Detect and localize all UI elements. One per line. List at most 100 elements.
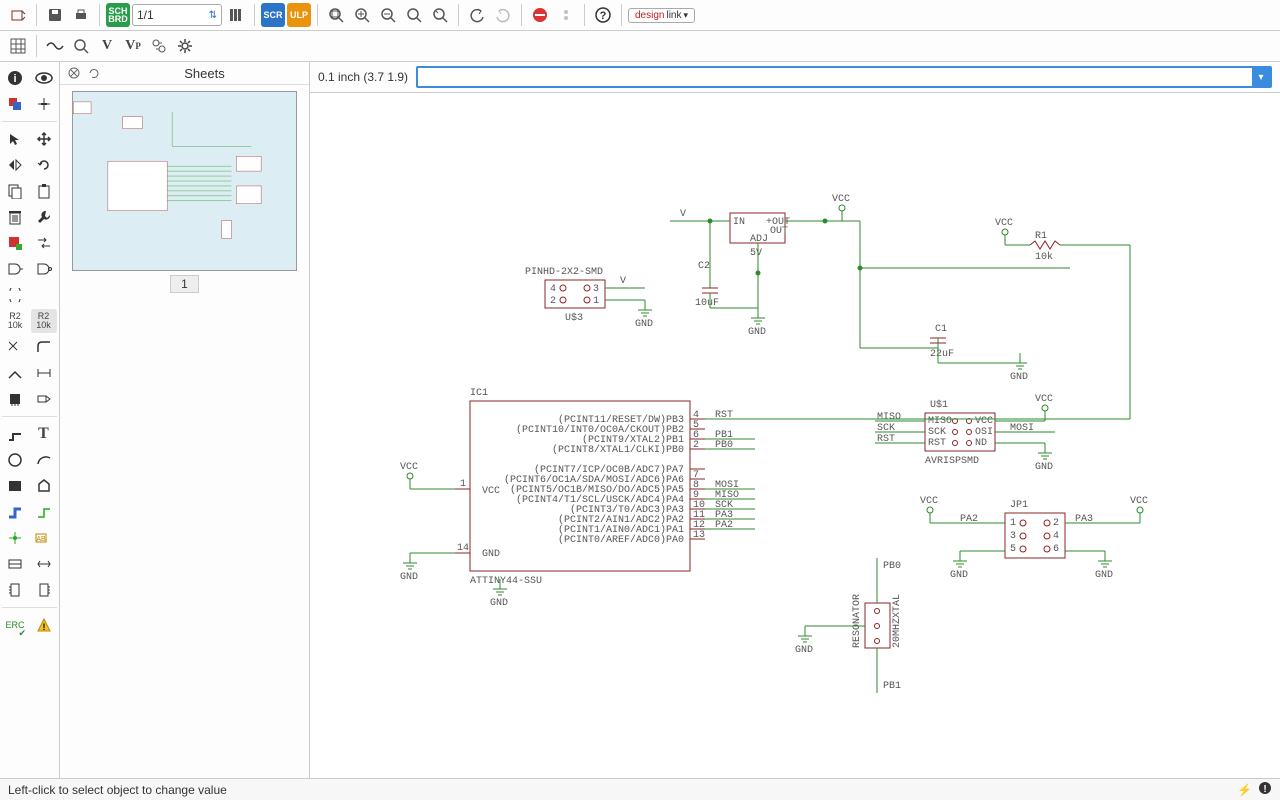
bus-icon[interactable] <box>2 500 28 524</box>
move-icon[interactable] <box>31 127 57 151</box>
svg-text:GND: GND <box>490 598 508 609</box>
zoom-in-icon[interactable] <box>350 3 374 27</box>
show-icon[interactable] <box>31 66 57 90</box>
tool-palette: i R2 10k R2 10k T A <box>0 62 60 778</box>
sheet-thumbnail[interactable] <box>72 91 297 271</box>
scr-button[interactable]: SCR <box>261 3 285 27</box>
ulp-button[interactable]: ULP <box>287 3 311 27</box>
name-value-a-icon[interactable]: R2 10k <box>2 309 28 333</box>
svg-text:VCC: VCC <box>400 462 418 473</box>
poly-icon[interactable] <box>31 474 57 498</box>
layers-icon[interactable] <box>2 92 28 116</box>
name-value-b-icon[interactable]: R2 10k <box>31 309 57 333</box>
attr-icon[interactable] <box>2 552 28 576</box>
errors-icon[interactable]: ! <box>31 613 57 637</box>
rotate-icon[interactable] <box>31 153 57 177</box>
wrench-icon[interactable] <box>31 205 57 229</box>
frame-a-icon[interactable] <box>2 578 28 602</box>
erc-icon[interactable]: ERC✔ <box>2 613 28 637</box>
svg-text:JP1: JP1 <box>1010 500 1028 511</box>
split-icon[interactable] <box>2 361 28 385</box>
svg-text:(PCINT0/AREF/ADC0)PA0: (PCINT0/AREF/ADC0)PA0 <box>558 534 684 546</box>
arc-icon[interactable] <box>31 448 57 472</box>
sch-brd-button[interactable]: SCH BRD <box>106 3 130 27</box>
help-icon[interactable]: ? <box>591 3 615 27</box>
grid-icon[interactable] <box>6 34 30 58</box>
net-icon[interactable] <box>43 34 67 58</box>
status-hint: Left-click to select object to change va… <box>8 783 227 797</box>
net-tool-icon[interactable] <box>31 500 57 524</box>
svg-text:VCC: VCC <box>482 486 500 497</box>
gate-icon[interactable] <box>2 257 28 281</box>
svg-text:SCK: SCK <box>928 427 946 438</box>
info-icon[interactable]: i <box>2 66 28 90</box>
replace-icon[interactable] <box>147 34 171 58</box>
select-icon[interactable] <box>2 127 28 151</box>
zoom-out-icon[interactable] <box>376 3 400 27</box>
svg-text:IN: IN <box>733 217 745 228</box>
undo-icon[interactable] <box>465 3 489 27</box>
module-icon[interactable] <box>2 387 28 411</box>
zoom-fit-icon[interactable] <box>324 3 348 27</box>
svg-text:AVRISPSMD: AVRISPSMD <box>925 456 979 467</box>
paste-icon[interactable] <box>31 179 57 203</box>
label-icon[interactable]: AB <box>31 526 57 550</box>
svg-text:14: 14 <box>457 543 469 554</box>
text-icon[interactable]: T <box>31 422 57 446</box>
svg-text:22uF: 22uF <box>930 349 954 360</box>
port-icon[interactable] <box>31 387 57 411</box>
value-icon[interactable]: V <box>95 34 119 58</box>
sheet-thumbnail-label: 1 <box>170 275 199 293</box>
svg-text:C1: C1 <box>935 324 947 335</box>
mirror-icon[interactable] <box>2 153 28 177</box>
sheets-refresh-icon[interactable] <box>86 65 102 81</box>
redo-icon[interactable] <box>491 3 515 27</box>
designlink-button[interactable]: designlink ▾ <box>628 8 695 23</box>
pinswap-icon[interactable] <box>2 283 28 307</box>
zoom-select-icon[interactable] <box>428 3 452 27</box>
resize-icon[interactable] <box>31 552 57 576</box>
smash-icon[interactable] <box>2 335 28 359</box>
svg-text:GND: GND <box>748 327 766 338</box>
command-input[interactable] <box>418 70 1252 84</box>
print-icon[interactable] <box>69 3 93 27</box>
delete-icon[interactable] <box>2 205 28 229</box>
svg-text:2: 2 <box>550 296 556 307</box>
find-icon[interactable] <box>69 34 93 58</box>
svg-text:6: 6 <box>1053 544 1059 555</box>
svg-text:13: 13 <box>693 530 705 541</box>
sheet-page-combo[interactable]: 1/1 ⇅ <box>132 4 222 26</box>
command-dropdown-icon[interactable]: ▾ <box>1252 68 1270 86</box>
miter-icon[interactable] <box>31 335 57 359</box>
dim-icon[interactable] <box>31 361 57 385</box>
rect-icon[interactable] <box>2 474 28 498</box>
chevron-down-icon: ▾ <box>683 10 688 21</box>
line-icon[interactable] <box>2 422 28 446</box>
sheets-close-icon[interactable] <box>66 65 82 81</box>
svg-text:1: 1 <box>1010 518 1016 529</box>
svg-text:PA2: PA2 <box>715 520 733 531</box>
open-icon[interactable] <box>6 3 30 27</box>
value-p-icon[interactable]: VP <box>121 34 145 58</box>
stop-icon[interactable] <box>528 3 552 27</box>
settings-icon[interactable] <box>173 34 197 58</box>
go-icon[interactable] <box>554 3 578 27</box>
junction-icon[interactable] <box>2 526 28 550</box>
mark-icon[interactable] <box>31 92 57 116</box>
copy-icon[interactable] <box>2 179 28 203</box>
save-icon[interactable] <box>43 3 67 27</box>
svg-text:PINHD-2X2-SMD: PINHD-2X2-SMD <box>525 267 603 278</box>
schematic-canvas[interactable]: IC1ATTINY44-SSUVCC1GND14(PCINT11/RESET/D… <box>310 93 1280 778</box>
svg-text:GND: GND <box>400 572 418 583</box>
invoke-icon[interactable] <box>31 257 57 281</box>
add-part-icon[interactable] <box>2 231 28 255</box>
sheets-panel: Sheets <box>60 62 310 778</box>
svg-text:VCC: VCC <box>832 194 850 205</box>
svg-text:R1: R1 <box>1035 231 1047 242</box>
library-icon[interactable] <box>224 3 248 27</box>
frame-b-icon[interactable] <box>31 578 57 602</box>
swap-icon[interactable] <box>31 231 57 255</box>
status-bolt-icon: ⚡ <box>1237 783 1252 797</box>
circle-icon[interactable] <box>2 448 28 472</box>
zoom-redraw-icon[interactable] <box>402 3 426 27</box>
